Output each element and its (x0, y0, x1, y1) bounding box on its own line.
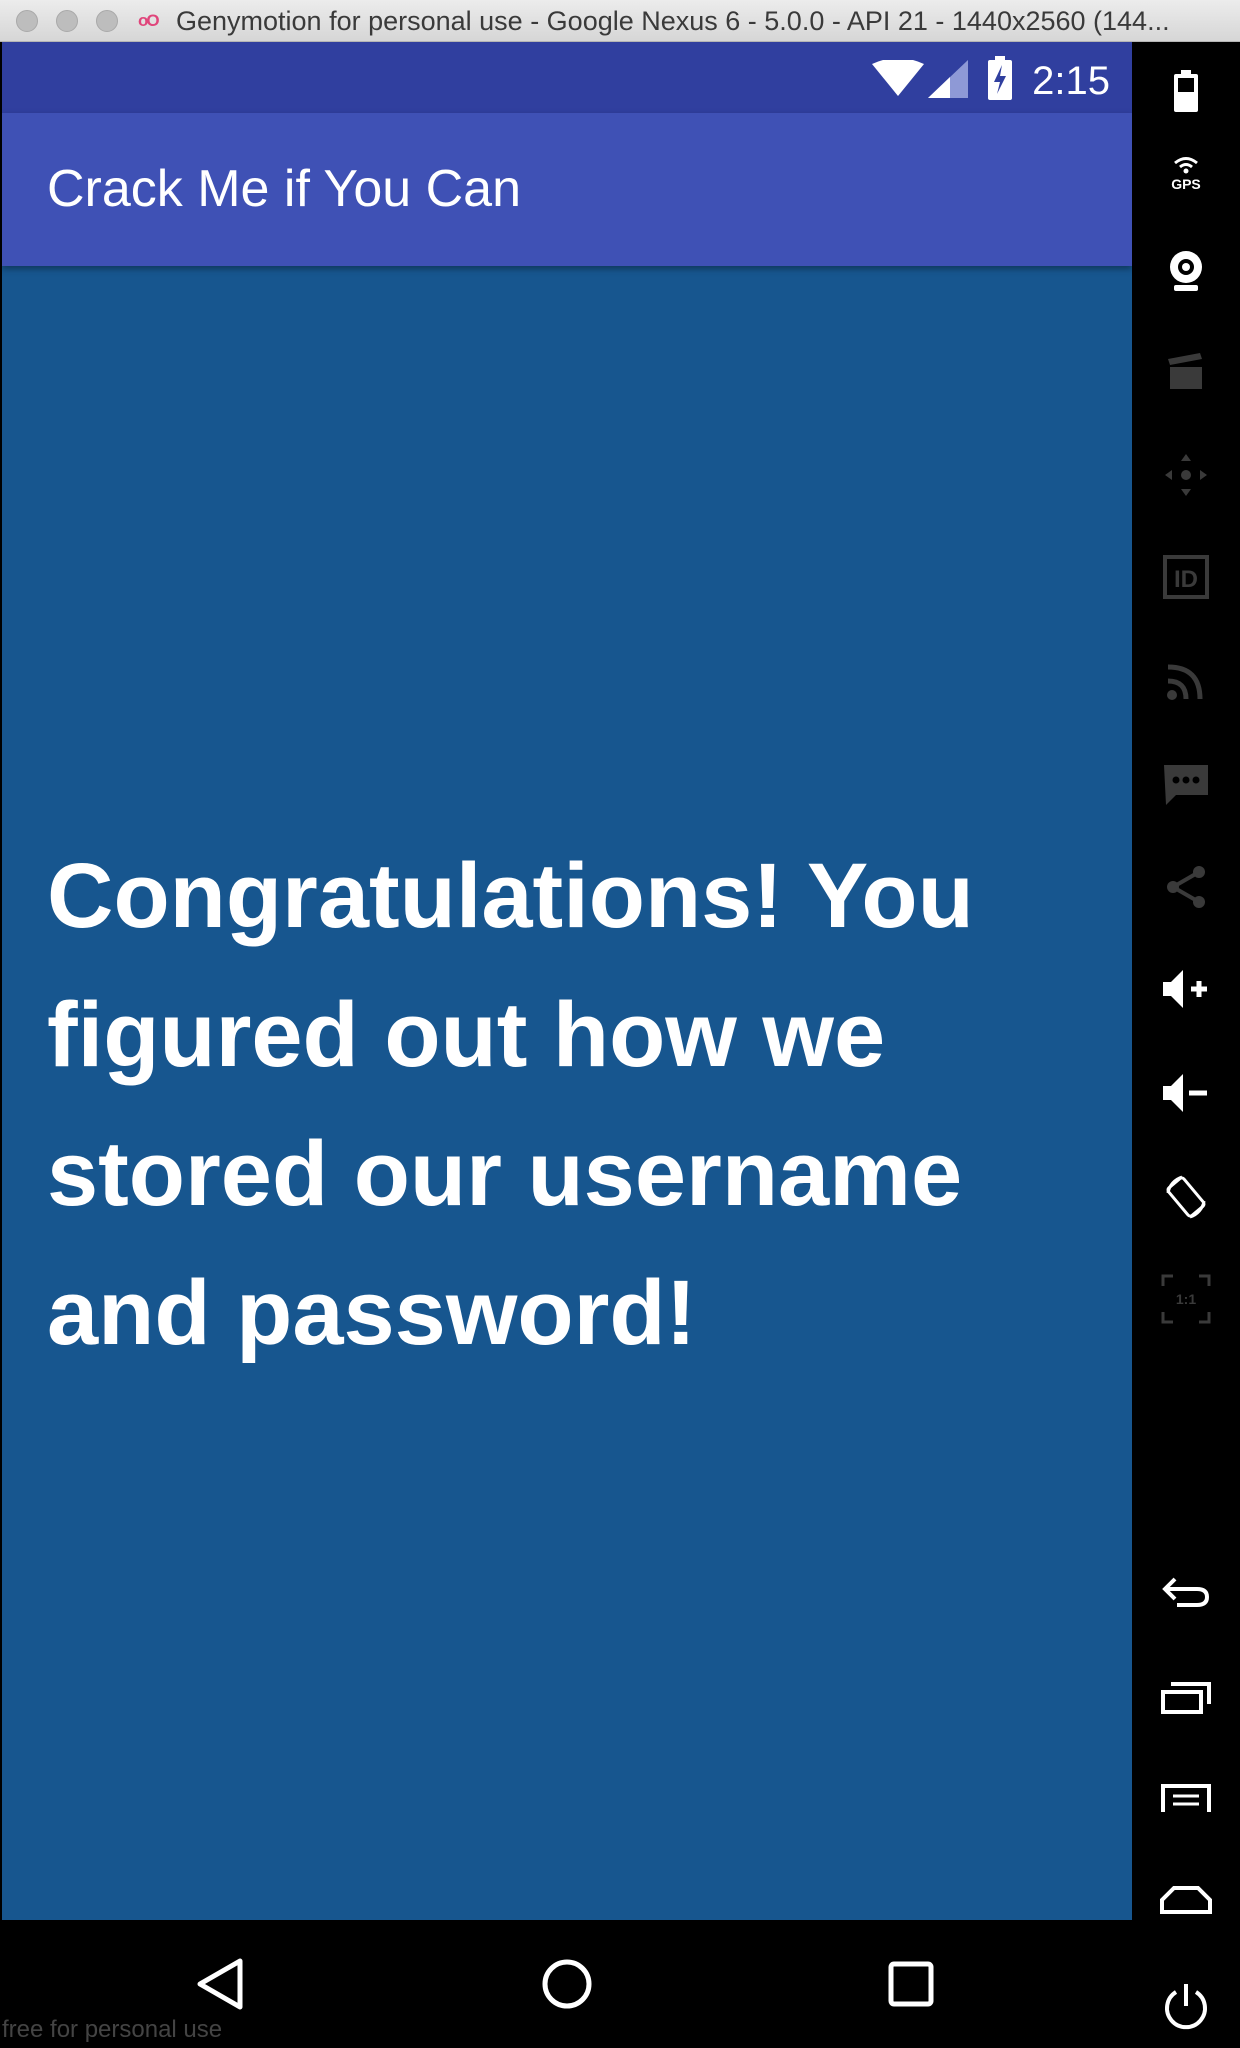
network-icon (1167, 664, 1203, 700)
congratulations-message: Congratulations! You figured out how we … (47, 845, 974, 1364)
window-zoom-button[interactable] (96, 10, 118, 32)
share-tool-button[interactable] (1132, 852, 1240, 922)
volume-down-button[interactable] (1132, 1058, 1240, 1128)
battery-tool-button[interactable] (1132, 56, 1240, 126)
sidebar-back-icon (1162, 1577, 1210, 1607)
battery-tool-icon (1174, 70, 1198, 112)
gps-tool-button[interactable]: GPS (1132, 136, 1240, 206)
sidebar-menu-icon (1161, 1784, 1211, 1812)
window-titlebar: oO Genymotion for personal use - Google … (0, 0, 1240, 42)
wifi-icon (872, 60, 924, 96)
sidebar-recents-icon (1161, 1682, 1211, 1714)
power-icon (1165, 1984, 1207, 2030)
app-title: Crack Me if You Can (47, 160, 522, 218)
status-time: 2:15 (1032, 59, 1110, 103)
sidebar-home-icon (1160, 1886, 1212, 1914)
webcam-icon (1170, 251, 1202, 291)
window-minimize-button[interactable] (56, 10, 78, 32)
webcam-tool-button[interactable] (1132, 236, 1240, 306)
battery-icon (988, 56, 1012, 100)
rotate-icon (1166, 1175, 1206, 1219)
sms-tool-button[interactable] (1132, 750, 1240, 820)
home-icon (542, 1959, 592, 2009)
recent-apps-icon (888, 1961, 934, 2007)
sidebar-home-button[interactable] (1132, 1864, 1240, 1934)
sidebar-back-button[interactable] (1132, 1558, 1240, 1628)
gps-icon: GPS (1171, 157, 1201, 191)
personal-use-watermark: free for personal use (2, 2016, 223, 2043)
sidebar-recents-button[interactable] (1132, 1662, 1240, 1732)
nav-home-button[interactable] (507, 1920, 627, 2048)
back-icon (197, 1958, 243, 2010)
volume-down-icon (1163, 1074, 1207, 1112)
power-button[interactable] (1132, 1972, 1240, 2042)
android-status-bar: 2:15 (2, 42, 1132, 113)
svg-text:ID: ID (1174, 566, 1198, 593)
window-close-button[interactable] (16, 10, 38, 32)
volume-up-button[interactable] (1132, 954, 1240, 1024)
genymotion-app-icon: oO (138, 11, 160, 30)
volume-up-icon (1163, 970, 1207, 1008)
device-id-icon: ID (1163, 555, 1209, 599)
sms-icon (1164, 765, 1208, 805)
pixel-perfect-icon: 1:1 (1161, 1274, 1211, 1324)
capture-tool-button[interactable] (1132, 336, 1240, 406)
network-tool-button[interactable] (1132, 646, 1240, 716)
genymotion-sidebar: GPS ID 1:1 (1132, 42, 1240, 2048)
svg-text:1:1: 1:1 (1176, 1291, 1196, 1307)
dpad-icon (1165, 454, 1207, 496)
sidebar-menu-button[interactable] (1132, 1764, 1240, 1834)
app-toolbar: Crack Me if You Can (2, 113, 1132, 266)
dpad-tool-button[interactable] (1132, 440, 1240, 510)
rotate-button[interactable] (1132, 1162, 1240, 1232)
svg-text:GPS: GPS (1171, 176, 1201, 191)
share-icon (1167, 866, 1205, 908)
capture-icon (1168, 353, 1202, 389)
signal-icon (928, 60, 968, 98)
window-title: Genymotion for personal use - Google Nex… (176, 6, 1170, 36)
pixel-perfect-button[interactable]: 1:1 (1132, 1264, 1240, 1334)
device-id-tool-button[interactable]: ID (1132, 542, 1240, 612)
nav-recent-apps-button[interactable] (851, 1920, 971, 2048)
device-screen[interactable]: 2:15 Crack Me if You Can Congratulations… (2, 42, 1132, 1920)
